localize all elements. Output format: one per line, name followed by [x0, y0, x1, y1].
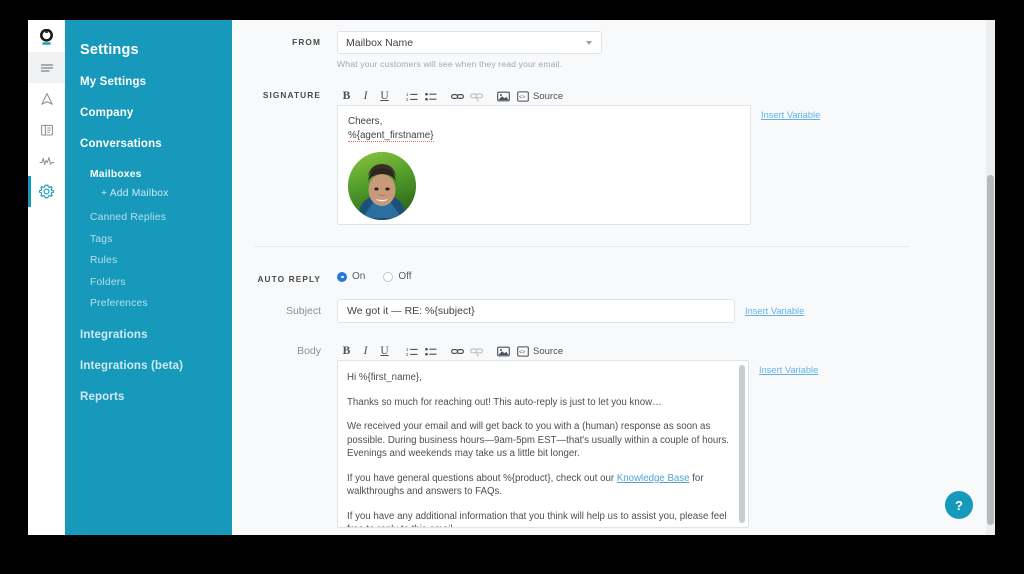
- svg-text:2: 2: [406, 97, 409, 102]
- auto-reply-on-label: On: [352, 271, 366, 282]
- sidebar-item-conversations[interactable]: Conversations: [65, 138, 232, 150]
- ordered-list-icon[interactable]: 12: [402, 342, 421, 361]
- sidebar-item-add-mailbox[interactable]: + Add Mailbox: [65, 188, 232, 199]
- underline-button[interactable]: U: [375, 87, 394, 106]
- sidebar-item-rules[interactable]: Rules: [65, 255, 232, 266]
- from-select[interactable]: Mailbox Name: [337, 31, 602, 54]
- italic-button[interactable]: I: [356, 342, 375, 361]
- knowledge-base-link[interactable]: Knowledge Base: [617, 473, 690, 484]
- from-label: FROM: [292, 37, 321, 47]
- underline-button[interactable]: U: [375, 342, 394, 361]
- body-paragraph: Hi %{first_name},: [347, 372, 422, 383]
- body-row: Body B I U 12 <> Source Hi %{first_name}…: [232, 339, 986, 528]
- avatar: [348, 152, 416, 220]
- unlink-icon[interactable]: [467, 342, 486, 361]
- subject-row: Subject We got it — RE: %{subject} Inser…: [232, 299, 986, 323]
- help-button[interactable]: ?: [945, 491, 973, 519]
- signature-line-2: %{agent_firstname}: [348, 130, 434, 142]
- main-content: FROM Mailbox Name What your customers wi…: [232, 20, 995, 535]
- knowledge-base-icon[interactable]: [28, 114, 65, 145]
- link-icon[interactable]: [448, 342, 467, 361]
- signature-insert-variable-link[interactable]: Insert Variable: [761, 110, 820, 120]
- sidebar-item-company[interactable]: Company: [65, 107, 232, 119]
- bold-button[interactable]: B: [337, 87, 356, 106]
- auto-reply-off-label: Off: [398, 271, 412, 282]
- app-window: Settings My Settings Company Conversatio…: [28, 20, 995, 535]
- subject-input[interactable]: We got it — RE: %{subject}: [337, 299, 735, 323]
- auto-reply-radio-off[interactable]: [383, 271, 394, 282]
- italic-button[interactable]: I: [356, 87, 375, 106]
- body-insert-variable-link[interactable]: Insert Variable: [759, 365, 818, 375]
- bold-button[interactable]: B: [337, 342, 356, 361]
- signature-editor[interactable]: Cheers, %{agent_firstname}: [337, 105, 751, 225]
- image-icon[interactable]: [494, 87, 513, 106]
- auto-reply-radio-group: On Off: [337, 268, 425, 282]
- settings-sidebar: Settings My Settings Company Conversatio…: [65, 20, 232, 535]
- unordered-list-icon[interactable]: [421, 87, 440, 106]
- auto-reply-radio-on[interactable]: [337, 271, 347, 282]
- image-icon[interactable]: [494, 342, 513, 361]
- subject-label: Subject: [285, 305, 321, 317]
- section-divider: [254, 246, 910, 247]
- sidebar-item-integrations[interactable]: Integrations: [65, 329, 232, 341]
- main-scroll-area: FROM Mailbox Name What your customers wi…: [232, 20, 986, 535]
- svg-text:2: 2: [406, 352, 409, 357]
- signature-line-1: Cheers,: [348, 116, 383, 127]
- body-paragraph: If you have any additional information t…: [347, 510, 727, 528]
- body-toolbar: B I U 12 <> Source: [337, 339, 749, 360]
- subject-insert-variable-link[interactable]: Insert Variable: [745, 306, 804, 316]
- sidebar-item-integrations-beta[interactable]: Integrations (beta): [65, 360, 232, 372]
- svg-text:<>: <>: [519, 94, 525, 100]
- svg-text:<>: <>: [519, 349, 525, 355]
- page-scrollbar-thumb[interactable]: [987, 175, 994, 525]
- link-icon[interactable]: [448, 87, 467, 106]
- bottom-spacer: [232, 528, 986, 535]
- signature-toolbar: B I U 12 <> Source: [337, 84, 751, 105]
- unlink-icon[interactable]: [467, 87, 486, 106]
- auto-reply-label: AUTO REPLY: [257, 274, 321, 284]
- source-label: Source: [533, 345, 564, 357]
- unordered-list-icon[interactable]: [421, 342, 440, 361]
- page-scrollbar[interactable]: [986, 20, 995, 535]
- body-paragraph-with-link: If you have general questions about %{pr…: [347, 472, 704, 498]
- source-button[interactable]: <> Source: [517, 91, 563, 102]
- body-paragraph: Thanks so much for reaching out! This au…: [347, 396, 662, 408]
- sidebar-item-my-settings[interactable]: My Settings: [65, 76, 232, 88]
- navigation-icon[interactable]: [28, 83, 65, 114]
- ordered-list-icon[interactable]: 12: [402, 87, 421, 106]
- groove-logo-icon[interactable]: [28, 22, 65, 52]
- chevron-down-icon: [586, 41, 592, 45]
- from-row: FROM Mailbox Name What your customers wi…: [232, 20, 986, 69]
- body-paragraph: We received your email and will get back…: [347, 421, 729, 459]
- sidebar-item-preferences[interactable]: Preferences: [65, 298, 232, 309]
- sidebar-item-tags[interactable]: Tags: [65, 234, 232, 245]
- settings-gear-icon[interactable]: [28, 176, 65, 207]
- subject-input-value: We got it — RE: %{subject}: [347, 305, 475, 317]
- from-select-value: Mailbox Name: [346, 36, 414, 49]
- sidebar-item-folders[interactable]: Folders: [65, 277, 232, 288]
- sidebar-item-mailboxes[interactable]: Mailboxes: [65, 169, 232, 180]
- body-label: Body: [297, 345, 321, 357]
- body-editor-scrollbar[interactable]: [739, 365, 745, 523]
- signature-row: SIGNATURE B I U 12 <> Source Cheers, %{a…: [232, 84, 986, 225]
- from-help-text: What your customers will see when they r…: [337, 59, 563, 69]
- page-title: Settings: [80, 42, 139, 58]
- auto-reply-row: AUTO REPLY On Off: [232, 268, 986, 284]
- source-button[interactable]: <> Source: [517, 346, 563, 357]
- source-label: Source: [533, 90, 564, 102]
- signature-label: SIGNATURE: [262, 90, 321, 100]
- body-editor[interactable]: Hi %{first_name}, Thanks so much for rea…: [337, 360, 749, 528]
- sidebar-item-reports[interactable]: Reports: [65, 391, 232, 403]
- inbox-icon[interactable]: [28, 52, 65, 83]
- icon-rail: [28, 20, 65, 535]
- sidebar-item-canned-replies[interactable]: Canned Replies: [65, 212, 232, 223]
- reports-pulse-icon[interactable]: [28, 145, 65, 176]
